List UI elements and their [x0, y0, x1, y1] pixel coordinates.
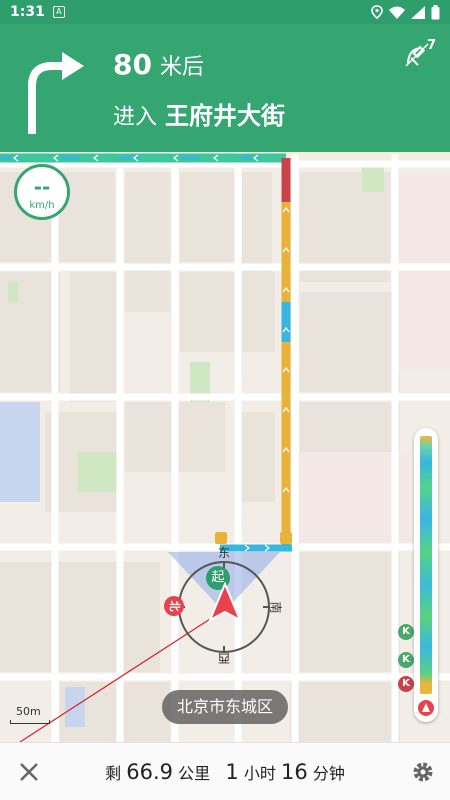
map-scale-bar	[10, 720, 50, 724]
distance-unit: 米后	[159, 55, 204, 80]
remaining-distance: 66.9	[126, 760, 174, 784]
remaining-minutes: 16	[280, 760, 308, 784]
app-notification-icon: A	[52, 6, 65, 18]
road-prefix: 进入	[113, 105, 158, 130]
distance-value: 80	[113, 48, 152, 81]
remaining-minutes-unit: 分钟	[312, 764, 345, 783]
remaining-distance-unit: 公里	[178, 764, 211, 783]
route-marker-k: K	[398, 652, 414, 668]
route-marker-k: K	[398, 676, 414, 692]
remaining-summary: 剩 66.9 公里 1 小时 16 分钟	[0, 760, 450, 784]
bottom-bar: 剩 66.9 公里 1 小时 16 分钟	[0, 742, 450, 800]
compass-south-label: 南	[268, 601, 283, 614]
route-marker-k: K	[398, 624, 414, 640]
gear-icon[interactable]	[410, 759, 436, 785]
status-bar: 1:31 A	[0, 0, 450, 24]
status-time: 1:31	[10, 4, 45, 20]
distance-row: 80 米后	[113, 48, 204, 81]
next-road-name: 王府井大街	[165, 102, 286, 130]
remaining-hours: 1	[225, 760, 239, 784]
compass-west-label: 西	[218, 651, 231, 665]
map-scale-label: 50m	[16, 705, 41, 718]
current-location-arrow-icon	[208, 582, 242, 622]
navigation-banner: 80 米后 进入 王府井大街 7	[0, 24, 450, 152]
battery-icon	[431, 4, 440, 19]
turn-right-arrow-icon	[28, 52, 84, 134]
speed-value: --	[33, 175, 51, 199]
signal-icon	[411, 5, 425, 19]
location-icon	[371, 5, 383, 19]
compass-east-label: 东	[218, 546, 231, 560]
speed-unit: km/h	[29, 200, 55, 211]
map-view[interactable]: 东 南 西 起 北 K K K	[0, 152, 450, 742]
satellite-count: 7	[426, 38, 436, 53]
speed-indicator: -- km/h	[14, 164, 70, 220]
remaining-hours-unit: 小时	[243, 764, 276, 783]
route-progress-track	[420, 436, 432, 694]
remaining-prefix: 剩	[105, 764, 122, 783]
next-road-row: 进入 王府井大街	[113, 96, 285, 131]
progress-position-icon	[418, 700, 434, 716]
district-label: 北京市东城区	[162, 690, 288, 724]
route-progress-bar[interactable]	[414, 428, 438, 722]
wifi-icon	[389, 6, 405, 19]
subway-station-marker[interactable]: 北	[164, 596, 184, 616]
